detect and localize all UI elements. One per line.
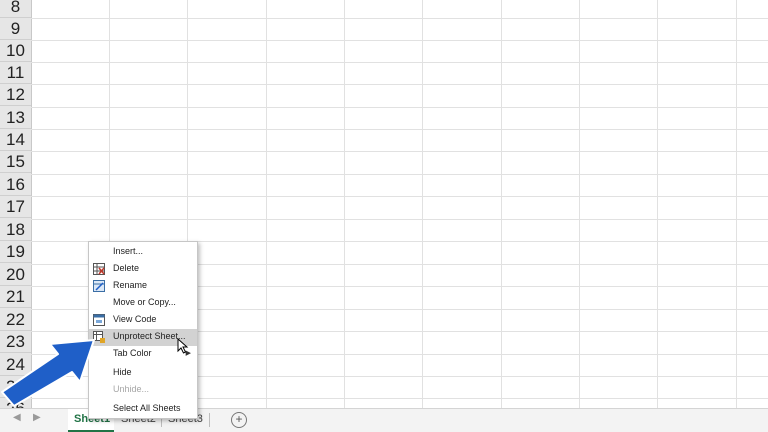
column-gridline (266, 0, 267, 408)
menu-item-label: Move or Copy... (113, 297, 176, 307)
menu-item-label: Unprotect Sheet... (113, 331, 186, 341)
column-gridline (736, 0, 737, 408)
column-gridline (579, 0, 580, 408)
menu-item-label: Select All Sheets (113, 403, 181, 413)
scroll-tabs-right-icon[interactable]: ▶ (33, 412, 41, 423)
column-gridline (422, 0, 423, 408)
new-sheet-button[interactable]: + (231, 412, 247, 428)
column-gridline (344, 0, 345, 408)
column-gridline (657, 0, 658, 408)
mouse-pointer-icon (177, 338, 189, 354)
column-gridline (501, 0, 502, 408)
tab-separator (209, 413, 210, 427)
scroll-tabs-left-icon[interactable]: ◀ (13, 412, 21, 423)
annotation-arrow-icon (1, 339, 95, 407)
